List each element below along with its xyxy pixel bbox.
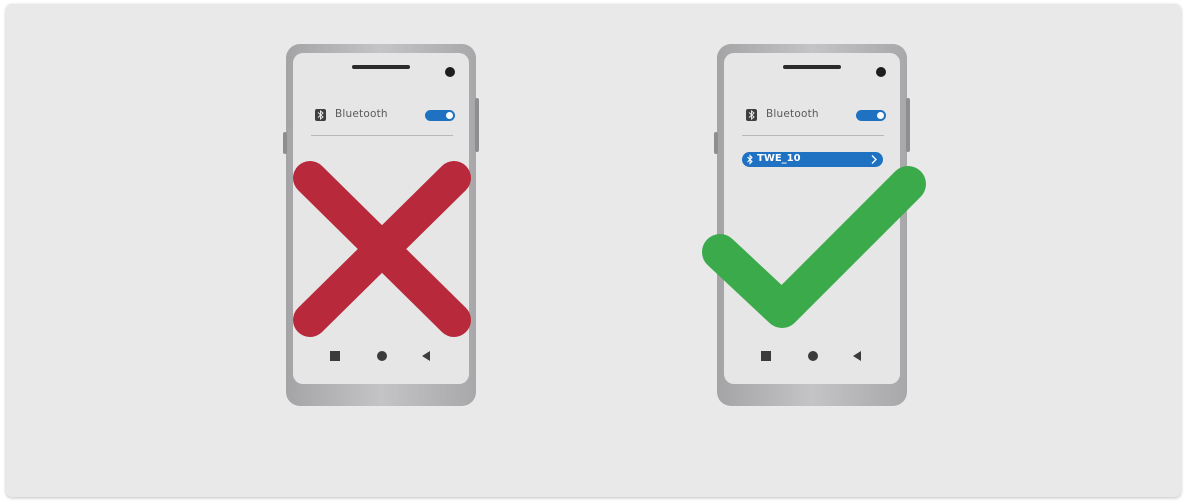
back-triangle-icon[interactable] <box>853 351 862 361</box>
illustration-card: Bluetooth Bluetooth TWE_10 <box>6 4 1181 497</box>
bluetooth-icon <box>315 109 326 121</box>
green-checkmark-icon <box>702 166 926 328</box>
back-triangle-icon[interactable] <box>422 351 431 361</box>
bluetooth-toggle[interactable] <box>425 110 455 121</box>
recent-apps-square-icon[interactable] <box>330 351 340 361</box>
phone-side-button <box>475 98 479 152</box>
front-camera <box>876 67 886 77</box>
navigation-bar <box>293 350 469 362</box>
home-circle-icon[interactable] <box>808 351 818 361</box>
toggle-knob <box>446 112 453 119</box>
home-circle-icon[interactable] <box>377 351 387 361</box>
bluetooth-setting-row: Bluetooth <box>746 108 886 123</box>
bluetooth-label: Bluetooth <box>335 108 388 120</box>
phone-side-button <box>906 98 910 152</box>
speaker-grille <box>352 65 410 69</box>
navigation-bar <box>724 350 900 362</box>
divider <box>742 135 884 136</box>
bluetooth-icon <box>746 109 757 121</box>
red-x-mark-icon <box>293 161 471 337</box>
phone-side-button <box>714 132 718 154</box>
front-camera <box>445 67 455 77</box>
bluetooth-setting-row: Bluetooth <box>315 108 455 123</box>
bluetooth-label: Bluetooth <box>766 108 819 120</box>
phone-side-button <box>283 132 287 154</box>
bluetooth-toggle[interactable] <box>856 110 886 121</box>
toggle-knob <box>877 112 884 119</box>
check-stroke <box>702 166 926 328</box>
divider <box>311 135 453 136</box>
recent-apps-square-icon[interactable] <box>761 351 771 361</box>
speaker-grille <box>783 65 841 69</box>
